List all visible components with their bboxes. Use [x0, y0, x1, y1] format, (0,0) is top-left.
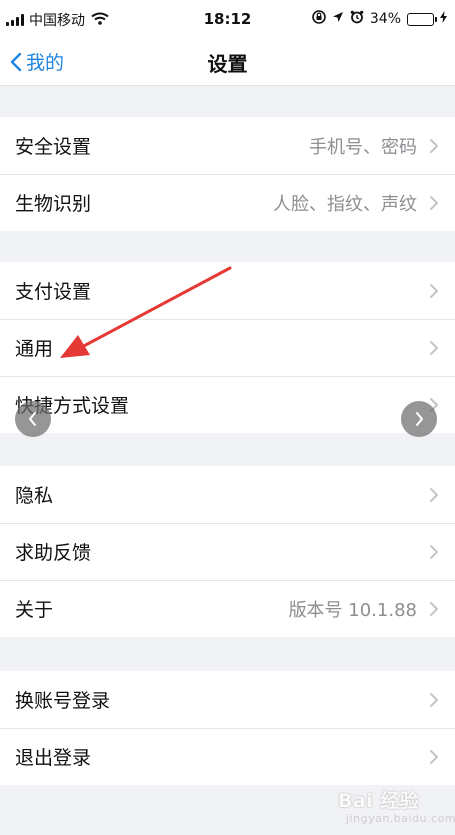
- chevron-right-icon: [430, 283, 438, 298]
- page-title: 设置: [207, 52, 248, 76]
- chevron-left-icon: [29, 412, 36, 426]
- settings-group-general: 支付设置 通用 快捷方式设置: [0, 262, 455, 433]
- row-privacy[interactable]: 隐私: [0, 466, 455, 523]
- row-help-feedback[interactable]: 求助反馈: [0, 523, 455, 580]
- row-biometrics[interactable]: 生物识别 人脸、指纹、声纹: [0, 174, 455, 231]
- settings-screen: 中国移动 18:12 34% 我的 设置 安全设置 手机号、密码 生物识别 人脸…: [0, 0, 455, 835]
- row-value: 手机号、密码: [309, 136, 417, 158]
- row-label: 换账号登录: [15, 690, 111, 712]
- watermark-logo: Bai 经验 jingyan.baidu.com: [338, 786, 455, 832]
- alarm-icon: [350, 10, 364, 28]
- battery-percent: 34%: [369, 11, 401, 27]
- navigation-bar: 我的 设置: [0, 38, 455, 86]
- watermark-main: Bai 经验: [338, 790, 420, 812]
- charging-icon: [440, 11, 447, 27]
- row-about[interactable]: 关于 版本号 10.1.88: [0, 580, 455, 637]
- row-label: 求助反馈: [15, 542, 92, 564]
- settings-group-account: 换账号登录 退出登录: [0, 671, 455, 785]
- chevron-right-icon: [430, 487, 438, 502]
- row-switch-account[interactable]: 换账号登录: [0, 671, 455, 728]
- next-slide-button[interactable]: [401, 401, 437, 437]
- row-value: 人脸、指纹、声纹: [273, 193, 417, 215]
- chevron-right-icon: [430, 692, 438, 707]
- row-label: 隐私: [15, 485, 54, 507]
- location-icon: [332, 11, 344, 27]
- chevron-right-icon: [430, 601, 438, 616]
- row-logout[interactable]: 退出登录: [0, 728, 455, 785]
- row-general[interactable]: 通用: [0, 319, 455, 376]
- row-label: 生物识别: [15, 193, 92, 215]
- row-label: 安全设置: [15, 136, 92, 158]
- status-bar: 中国移动 18:12 34%: [0, 0, 455, 38]
- row-label: 退出登录: [15, 747, 92, 769]
- row-security-settings[interactable]: 安全设置 手机号、密码: [0, 117, 455, 174]
- settings-group-privacy: 隐私 求助反馈 关于 版本号 10.1.88: [0, 466, 455, 637]
- previous-slide-button[interactable]: [15, 401, 51, 437]
- version-value: 版本号 10.1.88: [288, 599, 417, 621]
- chevron-right-icon: [416, 412, 423, 426]
- chevron-right-icon: [430, 749, 438, 764]
- chevron-right-icon: [430, 138, 438, 153]
- row-shortcut-settings[interactable]: 快捷方式设置: [0, 376, 455, 433]
- battery-icon: [407, 12, 437, 26]
- row-label: 通用: [15, 338, 54, 360]
- orientation-lock-icon: [312, 10, 326, 28]
- chevron-right-icon: [430, 340, 438, 355]
- row-label: 关于: [15, 599, 54, 621]
- watermark-url: jingyan.baidu.com: [346, 812, 455, 825]
- chevron-right-icon: [430, 195, 438, 210]
- row-label: 支付设置: [15, 281, 92, 303]
- settings-group-security: 安全设置 手机号、密码 生物识别 人脸、指纹、声纹: [0, 117, 455, 231]
- chevron-right-icon: [430, 544, 438, 559]
- row-payment-settings[interactable]: 支付设置: [0, 262, 455, 319]
